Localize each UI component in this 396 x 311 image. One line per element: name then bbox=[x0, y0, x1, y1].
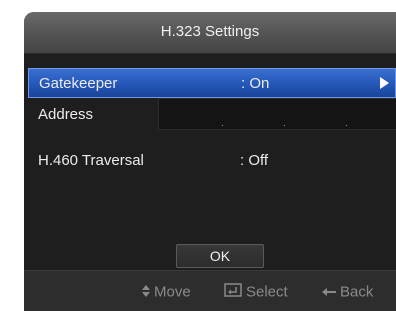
address-ip-input[interactable]: . . . bbox=[158, 98, 396, 130]
ip-separator: . bbox=[221, 118, 224, 129]
ok-button[interactable]: OK bbox=[176, 244, 264, 268]
arrow-right-icon bbox=[380, 77, 389, 89]
address-label: Address bbox=[38, 106, 94, 123]
footer-hint-bar: Move Select Back bbox=[24, 270, 396, 311]
updown-arrows-icon bbox=[142, 284, 150, 301]
hint-select: Select bbox=[224, 283, 288, 301]
hint-back-label: Back bbox=[340, 283, 374, 301]
gatekeeper-value: : On bbox=[241, 75, 270, 92]
hint-back: Back bbox=[322, 283, 373, 301]
hint-move: Move bbox=[142, 283, 191, 301]
h460-traversal-value: : Off bbox=[240, 152, 269, 169]
row-gatekeeper[interactable]: Gatekeeper : On bbox=[28, 68, 396, 98]
row-h460-traversal[interactable]: H.460 Traversal : Off bbox=[28, 146, 396, 176]
ip-separator: . bbox=[345, 118, 348, 129]
h460-traversal-label: H.460 Traversal bbox=[38, 152, 144, 169]
row-address[interactable]: Address . . . bbox=[28, 98, 396, 132]
dialog-title: H.323 Settings bbox=[160, 23, 260, 40]
enter-return-icon bbox=[224, 283, 242, 301]
settings-list: Gatekeeper : On Address . . . H.460 Trav… bbox=[24, 54, 396, 270]
hint-select-label: Select bbox=[246, 283, 288, 301]
dialog-title-bar: H.323 Settings bbox=[24, 12, 396, 54]
ip-separator: . bbox=[283, 118, 286, 129]
screen: H.323 Settings Gatekeeper : On Address .… bbox=[0, 0, 396, 311]
h323-settings-dialog: H.323 Settings Gatekeeper : On Address .… bbox=[24, 12, 396, 311]
hint-move-label: Move bbox=[154, 283, 191, 301]
gatekeeper-label: Gatekeeper bbox=[39, 75, 118, 92]
back-arrow-icon bbox=[322, 284, 336, 301]
